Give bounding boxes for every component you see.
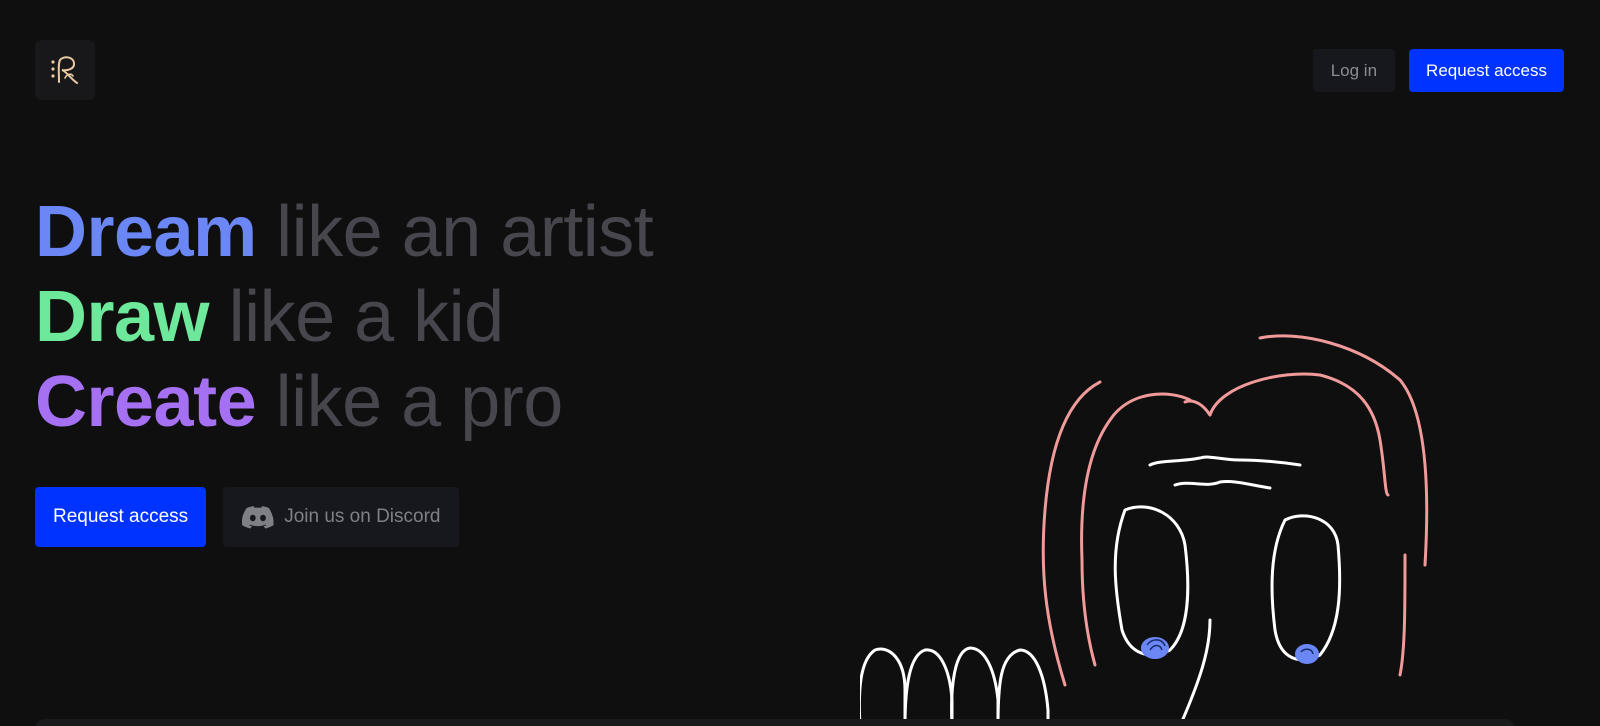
landing-page: Log in Request access Dream like an arti… — [0, 0, 1600, 726]
preview-panel-edge — [35, 719, 1515, 726]
brow-line-2 — [1173, 480, 1272, 490]
headline-line-create: Create like a pro — [35, 360, 653, 445]
hair-top-stroke — [1208, 372, 1390, 497]
finger-3-stroke — [950, 646, 1000, 726]
face-line-stroke — [1178, 618, 1212, 726]
hair-right-outer-stroke — [1258, 334, 1429, 567]
hair-inner-left-stroke — [1080, 392, 1192, 667]
join-discord-label: Join us on Discord — [284, 506, 441, 527]
headline-word-draw: Draw — [35, 277, 210, 357]
headline-word-create: Create — [35, 362, 257, 442]
hero-request-access-button[interactable]: Request access — [35, 487, 207, 547]
hero-sketch-illustration — [860, 334, 1429, 726]
finger-1-stroke — [860, 647, 907, 726]
finger-2-stroke — [903, 648, 954, 726]
headline-rest-draw: like a kid — [228, 277, 505, 357]
login-button[interactable]: Log in — [1312, 49, 1396, 92]
hero-cta-group: Request access Join us on Discord — [35, 487, 460, 547]
finger-4-stroke — [996, 648, 1050, 726]
eye-right-pupil — [1295, 644, 1319, 664]
discord-icon — [242, 506, 274, 529]
top-nav: Log in Request access — [1312, 49, 1564, 92]
eye-left-pupil — [1141, 637, 1169, 659]
headline-rest-create: like a pro — [275, 362, 564, 442]
hair-outer-left-stroke — [1041, 380, 1102, 687]
request-access-button[interactable]: Request access — [1409, 49, 1564, 92]
join-discord-button[interactable]: Join us on Discord — [223, 487, 460, 547]
app-logo[interactable] — [35, 40, 95, 100]
hair-top-left-stroke — [1183, 399, 1212, 417]
headline-word-dream: Dream — [35, 192, 257, 272]
hero-headline: Dream like an artist Draw like a kid Cre… — [35, 190, 654, 445]
eye-left-outline — [1113, 505, 1190, 657]
rd-monogram-logo-icon — [51, 56, 78, 84]
brow-line-1 — [1148, 455, 1302, 467]
headline-line-dream: Dream like an artist — [35, 190, 654, 275]
hair-right-strand-stroke — [1398, 553, 1407, 677]
headline-rest-dream: like an artist — [276, 192, 654, 272]
eye-right-outline — [1270, 514, 1342, 662]
headline-line-draw: Draw like a kid — [35, 275, 653, 360]
